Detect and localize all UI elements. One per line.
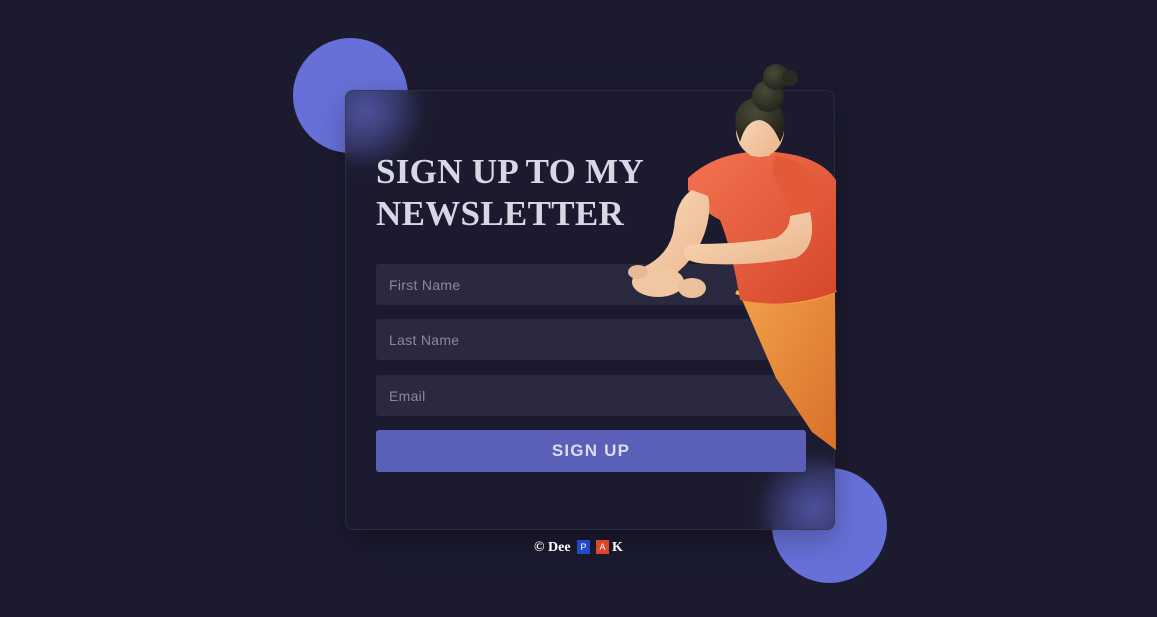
first-name-input[interactable]: [376, 264, 806, 305]
signup-card: SIGN UP TO MY NEWSLETTER SIGN UP: [345, 90, 835, 530]
title-line-2: NEWSLETTER: [376, 194, 625, 233]
letter-tile-p: P: [577, 540, 591, 554]
title-line-1: SIGN UP TO MY: [376, 152, 645, 191]
page: SIGN UP TO MY NEWSLETTER SIGN UP: [0, 0, 1157, 617]
email-input[interactable]: [376, 375, 806, 416]
footer-end-letter: K: [612, 540, 623, 555]
footer-credit: © Dee PAK: [0, 540, 1157, 556]
copyright-text: © Dee: [534, 540, 571, 555]
form-title: SIGN UP TO MY NEWSLETTER: [376, 151, 696, 235]
last-name-input[interactable]: [376, 319, 806, 360]
sign-up-button[interactable]: SIGN UP: [376, 430, 806, 472]
letter-tile-a: A: [596, 540, 610, 554]
